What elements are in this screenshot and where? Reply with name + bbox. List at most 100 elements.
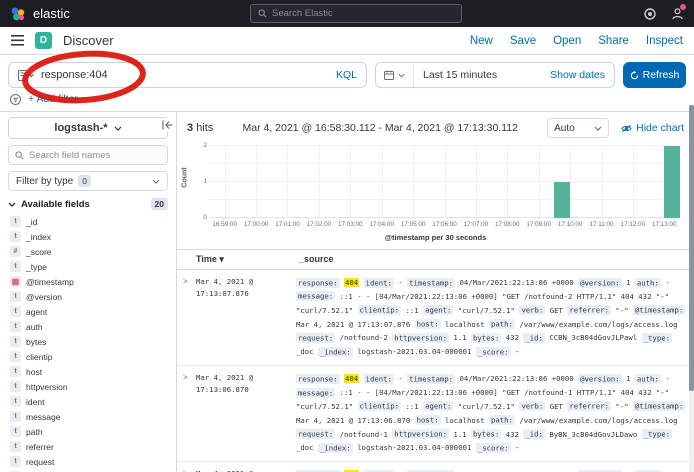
row-timestamp: Mar 4, 2021 @ 17:09:58.278	[196, 468, 296, 472]
field-item-timestamp[interactable]: ▦@timestamp	[8, 274, 168, 289]
string-field-icon: t	[10, 321, 21, 332]
field-item-auth[interactable]: tauth	[8, 319, 168, 334]
string-field-icon: t	[10, 381, 21, 392]
row-timestamp: Mar 4, 2021 @ 17:13:07.876	[196, 276, 296, 300]
x-tick-label: 17:05:00	[401, 221, 426, 228]
field-item-clientip[interactable]: tclientip	[8, 349, 168, 364]
sort-desc-icon[interactable]: ▾	[219, 254, 224, 264]
filter-options-icon[interactable]	[10, 94, 21, 105]
query-language-button[interactable]: KQL	[336, 69, 357, 81]
x-tick-label: 17:03:00	[338, 221, 363, 228]
index-pattern-select[interactable]: logstash-*	[8, 117, 168, 139]
results-panel: 3 hits Mar 4, 2021 @ 16:58:30.112 - Mar …	[177, 112, 694, 472]
open-button[interactable]: Open	[553, 35, 581, 47]
field-item-bytes[interactable]: tbytes	[8, 334, 168, 349]
string-field-icon: t	[10, 351, 21, 362]
top-bar: elastic	[0, 0, 694, 27]
field-name: host	[26, 367, 42, 377]
field-item-httpversion[interactable]: thttpversion	[8, 379, 168, 394]
interval-select[interactable]: Auto	[547, 118, 609, 138]
field-item-version[interactable]: t@version	[8, 289, 168, 304]
add-filter-button[interactable]: + Add filter	[28, 93, 78, 105]
date-picker: Last 15 minutes Show dates	[375, 62, 615, 88]
chevron-down-icon	[398, 73, 405, 78]
field-item-message[interactable]: tmessage	[8, 409, 168, 424]
source-field-badge: request:	[296, 429, 335, 439]
field-item-id[interactable]: t_id	[8, 214, 168, 229]
top-menu-actions: New Save Open Share Inspect	[470, 35, 683, 47]
field-name: _score	[26, 247, 52, 257]
menu-icon[interactable]	[11, 35, 24, 46]
source-field-badge: @timestamp:	[633, 401, 685, 411]
histogram-chart: Count 012 16:59:0017:00:0017:01:0017:02:…	[187, 144, 684, 246]
field-item-ident[interactable]: tident	[8, 394, 168, 409]
filter-by-type-select[interactable]: Filter by type 0	[8, 171, 168, 191]
plot-area[interactable]: 012	[209, 146, 680, 218]
global-search-input[interactable]	[272, 8, 432, 19]
source-field-badge: _type:	[642, 429, 672, 439]
field-item-type[interactable]: t_type	[8, 259, 168, 274]
field-name: @version	[26, 292, 62, 302]
chevron-down-icon	[152, 179, 160, 184]
scrollbar-thumb[interactable]	[689, 105, 694, 391]
source-field-badge: _id:	[523, 333, 545, 343]
query-input[interactable]	[41, 69, 241, 81]
expand-row-icon[interactable]: >	[183, 468, 196, 472]
save-button[interactable]: Save	[510, 35, 536, 47]
source-field-badge: referrer:	[567, 305, 611, 315]
new-button[interactable]: New	[470, 35, 493, 47]
hide-chart-button[interactable]: Hide chart	[621, 122, 684, 134]
collapse-sidebar-icon[interactable]	[160, 118, 174, 132]
field-item-score[interactable]: #_score	[8, 244, 168, 259]
field-item-index[interactable]: t_index	[8, 229, 168, 244]
string-field-icon: t	[10, 396, 21, 407]
available-fields-header[interactable]: Available fields 20	[8, 198, 168, 210]
source-field-badge: _type:	[642, 333, 672, 343]
source-field-badge: referrer:	[567, 401, 611, 411]
vertical-scrollbar[interactable]	[689, 105, 694, 472]
source-field-badge: auth:	[635, 278, 661, 288]
time-column-header[interactable]: Time ▾	[196, 254, 299, 265]
share-button[interactable]: Share	[598, 35, 629, 47]
field-name: path	[26, 427, 43, 437]
date-picker-calendar-button[interactable]	[376, 63, 414, 87]
x-tick-label: 16:59:00	[212, 221, 237, 228]
source-field-badge: request:	[296, 333, 335, 343]
field-item-path[interactable]: tpath	[8, 424, 168, 439]
elastic-logo-icon[interactable]	[10, 6, 26, 22]
field-item-host[interactable]: thost	[8, 364, 168, 379]
histogram-bar-17:09:30[interactable]	[554, 182, 570, 218]
user-avatar[interactable]	[671, 7, 684, 20]
expand-row-icon[interactable]: >	[183, 276, 196, 288]
string-field-icon: t	[10, 366, 21, 377]
x-axis-label: @timestamp per 30 seconds	[187, 233, 684, 242]
highlighted-value: 404	[344, 374, 359, 383]
field-item-request[interactable]: trequest	[8, 454, 168, 469]
inspect-button[interactable]: Inspect	[646, 35, 683, 47]
field-search-box[interactable]	[8, 145, 168, 165]
global-search[interactable]	[250, 4, 462, 23]
time-range-button[interactable]: Last 15 minutes	[414, 69, 506, 81]
source-field-badge: timestamp:	[407, 374, 455, 384]
v-gridline	[319, 146, 320, 218]
x-tick-label: 17:00:00	[244, 221, 269, 228]
refresh-button[interactable]: Refresh	[623, 62, 686, 88]
field-item-agent[interactable]: tagent	[8, 304, 168, 319]
query-input-box[interactable]: KQL	[8, 62, 367, 88]
source-field-badge: agent:	[423, 305, 453, 315]
breadcrumb: Discover	[63, 33, 114, 48]
query-menu-icon[interactable]	[18, 70, 35, 81]
show-dates-button[interactable]: Show dates	[550, 69, 614, 81]
v-gridline	[507, 146, 508, 218]
expand-row-icon[interactable]: >	[183, 372, 196, 384]
help-icon[interactable]	[644, 8, 656, 20]
histogram-bar-17:13:00[interactable]	[664, 146, 680, 218]
string-field-icon: t	[10, 231, 21, 242]
string-field-icon: t	[10, 261, 21, 272]
discover-app-icon[interactable]: D	[35, 32, 52, 49]
v-gridline	[382, 146, 383, 218]
row-source: response: 404 ident: - timestamp: 04/Mar…	[296, 276, 688, 359]
field-item-referrer[interactable]: treferrer	[8, 439, 168, 454]
string-field-icon: t	[10, 336, 21, 347]
field-search-input[interactable]	[29, 150, 149, 161]
